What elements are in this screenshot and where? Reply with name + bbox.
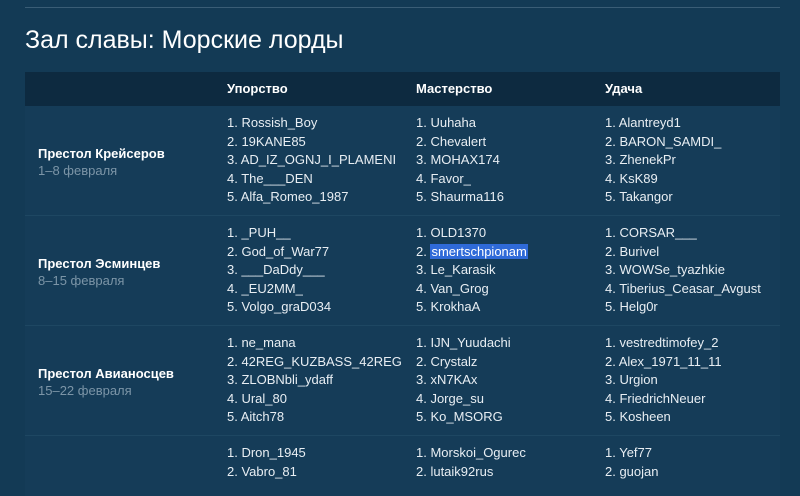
player-entry: 3. xN7KAx	[416, 372, 478, 388]
player-entry: 3. ZhenekPr	[605, 152, 676, 168]
header-luck: Удача	[605, 81, 643, 96]
player-entry: 1. IJN_Yuudachi	[416, 335, 511, 350]
player-entry: 3. ___DaDdy___	[227, 262, 325, 278]
player-entry: 2. Burivel	[605, 243, 660, 259]
luck-list: 1. CORSAR___ 2. Burivel 3. WOWSe_tyazhki…	[605, 224, 761, 317]
player-entry: 1. Alantreyd1	[605, 115, 681, 130]
persistence-list: 1. Dron_1945 2. Vabro_81	[227, 444, 306, 481]
throne-dates: 15–22 февраля	[38, 383, 132, 398]
player-entry: 3. WOWSe_tyazhkie	[605, 262, 725, 278]
table-header: Упорство Мастерство Удача	[25, 72, 780, 106]
luck-list: 1. Yef77 2. guojan	[605, 444, 659, 481]
player-entry: 2. 42REG_KUZBASS_42REG	[227, 353, 402, 369]
player-entry: 5. Aitch78	[227, 409, 285, 425]
mastery-list: 1. Uuhaha 2. Chevalert 3. MOHAX174 4. Fa…	[416, 114, 504, 207]
player-entry: 3. Le_Karasik	[416, 262, 496, 278]
player-entry: 1. Uuhaha	[416, 115, 476, 130]
player-entry: 1. Rossish_Boy	[227, 115, 318, 130]
player-entry: 4. Ural_80	[227, 390, 287, 406]
luck-list: 1. Alantreyd1 2. BARON_SAMDI_ 3. ZhenekP…	[605, 114, 721, 207]
top-divider	[25, 7, 780, 8]
player-entry: 2. Crystalz	[416, 353, 478, 369]
throne-cell: Престол Эсминцев 8–15 февраля	[38, 255, 160, 290]
player-entry: 2. Vabro_81	[227, 463, 297, 479]
header-mastery: Мастерство	[416, 81, 493, 96]
player-entry: 2. 19KANE85	[227, 133, 306, 149]
player-entry: 4. FriedrichNeuer	[605, 390, 706, 406]
header-persistence: Упорство	[227, 81, 288, 96]
throne-cell: Престол Авианосцев 15–22 февраля	[38, 365, 174, 400]
throne-dates: 8–15 февраля	[38, 273, 125, 288]
player-rank: 2.	[416, 243, 431, 259]
player-entry: 4. _EU2MM_	[227, 280, 303, 296]
player-entry: 1. vestredtimofey_2	[605, 335, 719, 350]
selected-text[interactable]: smertschpionam	[430, 243, 528, 259]
player-entry: 2. God_of_War77	[227, 243, 330, 259]
player-entry: 5. KrokhaA	[416, 299, 481, 315]
player-entry: 4. Tiberius_Ceasar_Avgust	[605, 280, 761, 296]
player-entry: 4. Jorge_su	[416, 390, 484, 406]
player-entry: 3. MOHAX174	[416, 152, 500, 168]
player-entry: 3. AD_IZ_OGNJ_I_PLAMENI	[227, 152, 397, 168]
player-entry: 5. Volgo_graD034	[227, 299, 332, 315]
player-entry: 2. BARON_SAMDI_	[605, 133, 722, 149]
player-entry: 2. Alex_1971_11_11	[605, 353, 722, 369]
player-entry: 3. Urgion	[605, 372, 658, 388]
player-entry: 4. KsK89	[605, 170, 658, 186]
throne-name: Престол Эсминцев	[38, 256, 161, 271]
mastery-list: 1. IJN_Yuudachi 2. Crystalz 3. xN7KAx 4.…	[416, 334, 511, 427]
player-entry: 5. Kosheen	[605, 409, 671, 425]
player-entry: 2. Chevalert	[416, 133, 487, 149]
table-row: Престол Эсминцев 8–15 февраля 1. _PUH__ …	[25, 216, 780, 326]
mastery-list: 1. Morskoi_Ogurec 2. lutaik92rus	[416, 444, 526, 481]
player-entry: 1. Dron_1945	[227, 445, 306, 460]
player-entry: 4. Van_Grog	[416, 280, 489, 296]
player-entry: 5. Ko_MSORG	[416, 409, 503, 425]
player-entry: 1. _PUH__	[227, 225, 291, 240]
luck-list: 1. vestredtimofey_2 2. Alex_1971_11_11 3…	[605, 334, 722, 427]
player-entry: 5. Takangor	[605, 189, 673, 205]
player-entry: 3. ZLOBNbli_ydaff	[227, 372, 333, 388]
table-row: 1. Dron_1945 2. Vabro_81 1. Morskoi_Ogur…	[25, 436, 780, 496]
player-entry: 1. ne_mana	[227, 335, 296, 350]
page-title: Зал славы: Морские лорды	[25, 26, 344, 54]
table-row: Престол Крейсеров 1–8 февраля 1. Rossish…	[25, 106, 780, 216]
persistence-list: 1. Rossish_Boy 2. 19KANE85 3. AD_IZ_OGNJ…	[227, 114, 396, 207]
table-row: Престол Авианосцев 15–22 февраля 1. ne_m…	[25, 326, 780, 436]
player-entry: 1. Morskoi_Ogurec	[416, 445, 526, 460]
mastery-list: 1. OLD1370 2. smertschpionam 3. Le_Karas…	[416, 224, 528, 317]
player-entry: 4. The___DEN	[227, 170, 313, 186]
player-entry: 1. Yef77	[605, 445, 652, 460]
player-entry: 5. Alfa_Romeo_1987	[227, 189, 349, 205]
throne-name: Престол Авианосцев	[38, 366, 174, 381]
throne-name: Престол Крейсеров	[38, 146, 165, 161]
hall-of-fame-table: Упорство Мастерство Удача Престол Крейсе…	[25, 72, 780, 496]
player-entry: 2. guojan	[605, 463, 659, 479]
player-entry: 4. Favor_	[416, 170, 471, 186]
player-entry: 2. lutaik92rus	[416, 463, 494, 479]
player-entry: 1. OLD1370	[416, 225, 487, 240]
persistence-list: 1. ne_mana 2. 42REG_KUZBASS_42REG 3. ZLO…	[227, 334, 402, 427]
throne-cell: Престол Крейсеров 1–8 февраля	[38, 145, 165, 180]
player-entry: 5. Helg0r	[605, 299, 658, 315]
persistence-list: 1. _PUH__ 2. God_of_War77 3. ___DaDdy___…	[227, 224, 331, 317]
player-entry: 2. smertschpionam	[416, 243, 528, 262]
player-entry: 5. Shaurma116	[416, 189, 504, 205]
throne-dates: 1–8 февраля	[38, 163, 118, 178]
player-entry: 1. CORSAR___	[605, 225, 697, 240]
